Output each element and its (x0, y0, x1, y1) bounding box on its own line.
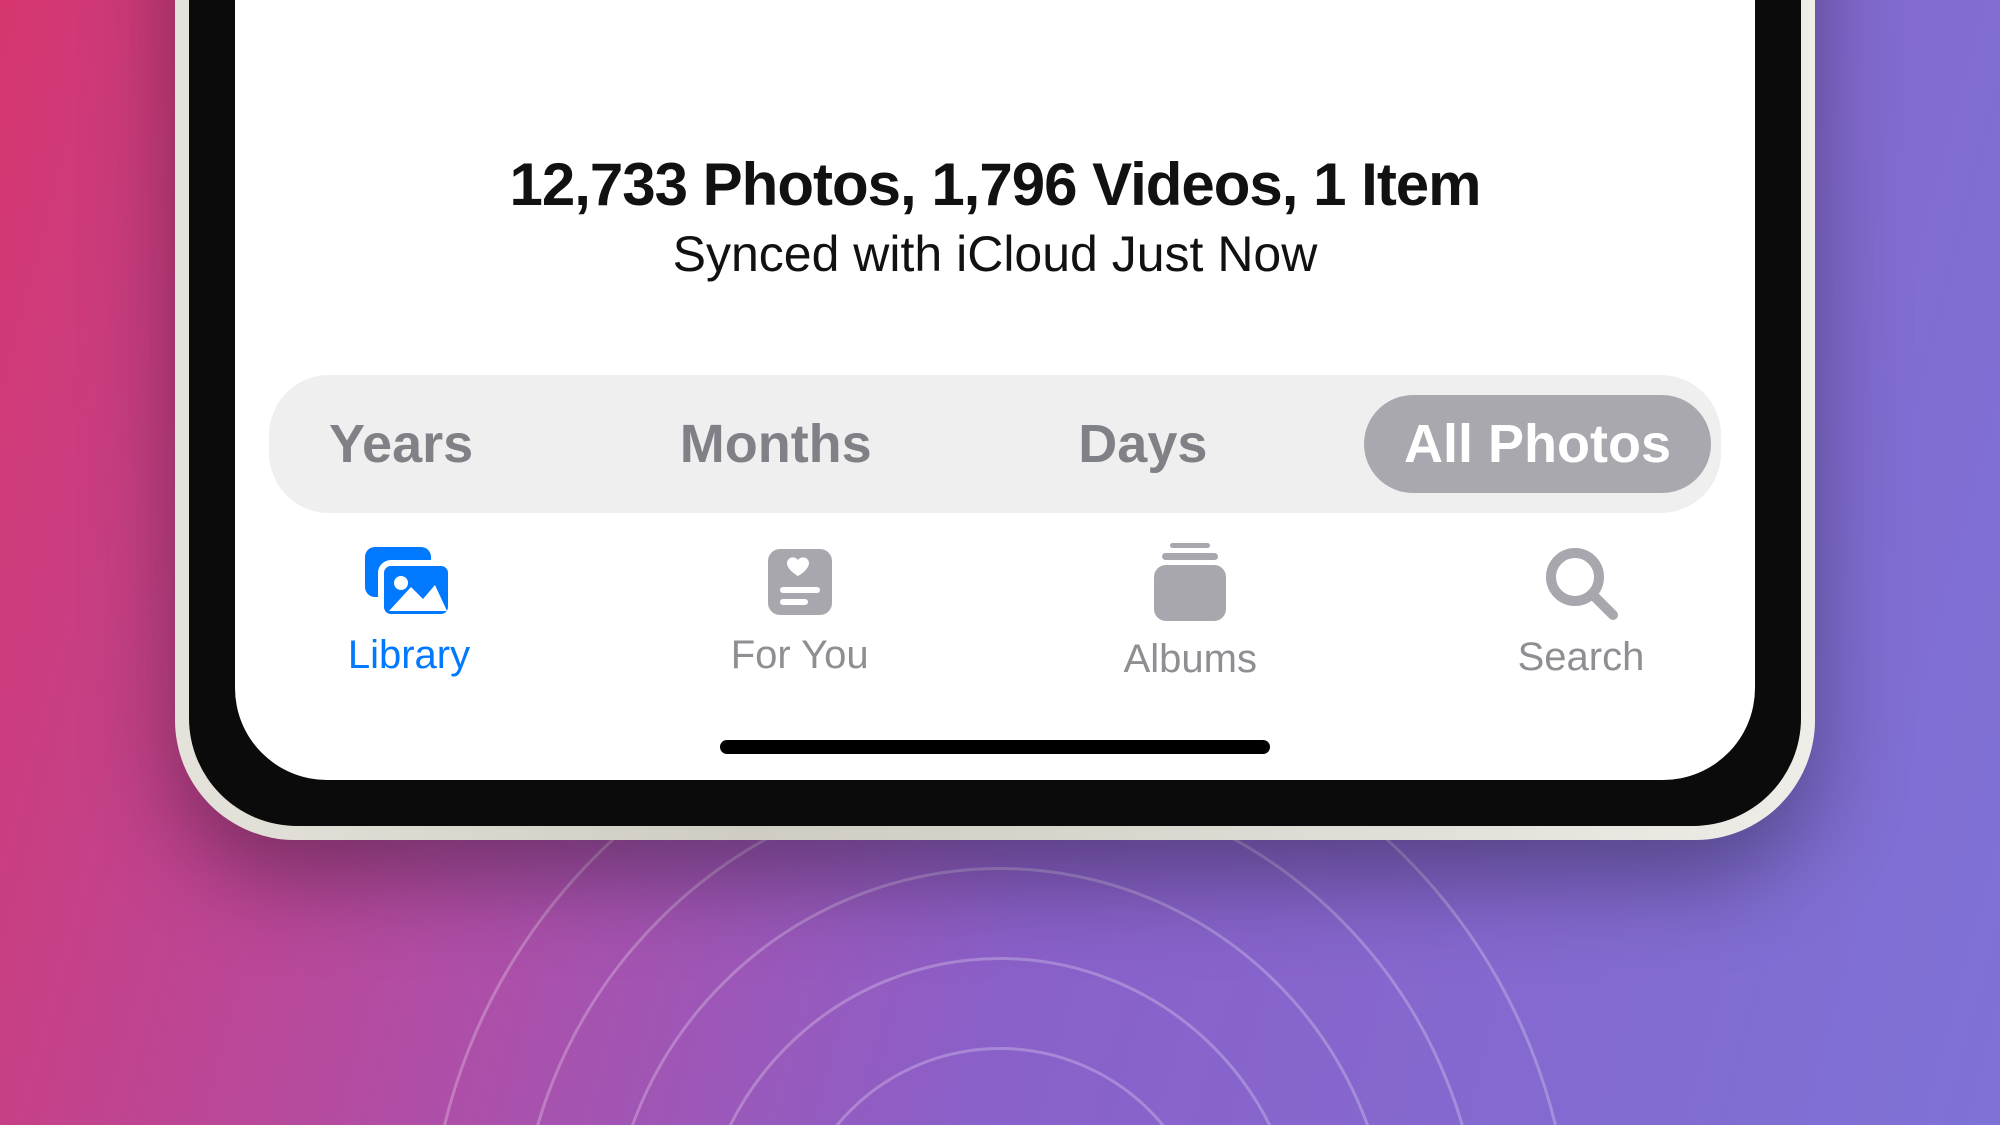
segment-years[interactable]: Years (279, 395, 523, 493)
tab-library-label: Library (348, 633, 470, 678)
segment-months[interactable]: Months (630, 395, 922, 493)
view-granularity-segmented-control: Years Months Days All Photos (269, 375, 1721, 513)
search-icon (1541, 543, 1621, 623)
tab-library[interactable]: Library (299, 543, 519, 682)
phone-frame: 12,733 Photos, 1,796 Videos, 1 Item Sync… (175, 0, 1815, 840)
phone-screen: 12,733 Photos, 1,796 Videos, 1 Item Sync… (235, 0, 1755, 780)
tab-albums-label: Albums (1124, 637, 1257, 682)
segment-all-photos[interactable]: All Photos (1364, 395, 1711, 493)
for-you-icon (760, 543, 840, 621)
icloud-sync-status: Synced with iCloud Just Now (269, 225, 1721, 283)
tab-albums[interactable]: Albums (1080, 543, 1300, 682)
home-indicator[interactable] (720, 740, 1270, 754)
tab-search[interactable]: Search (1471, 543, 1691, 682)
library-icon (359, 543, 459, 621)
tab-for-you[interactable]: For You (690, 543, 910, 682)
library-summary-count: 12,733 Photos, 1,796 Videos, 1 Item (269, 150, 1721, 219)
albums-icon (1148, 543, 1232, 625)
bottom-tab-bar: Library For You (269, 543, 1721, 682)
segment-days[interactable]: Days (1028, 395, 1257, 493)
tab-search-label: Search (1518, 635, 1645, 680)
tab-for-you-label: For You (731, 633, 869, 678)
